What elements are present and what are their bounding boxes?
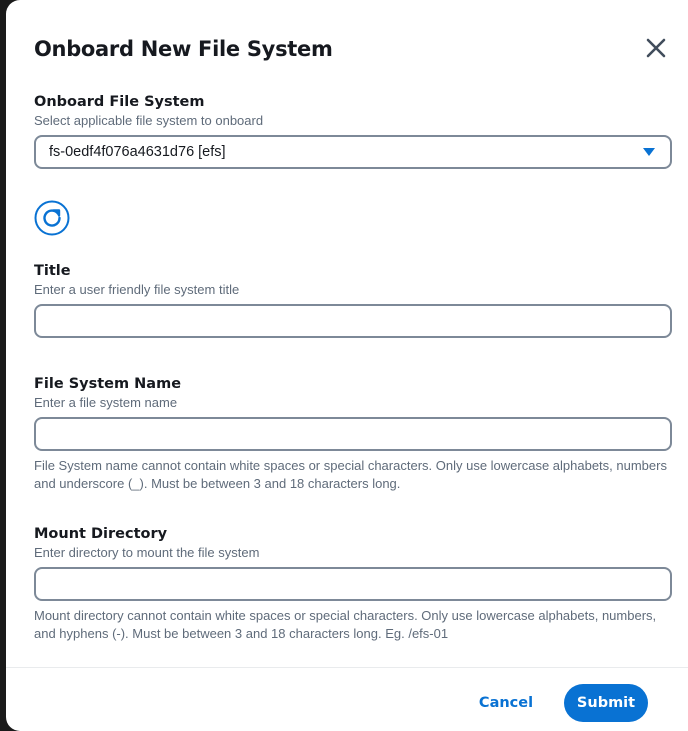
onboard-file-system-description: Select applicable file system to onboard: [34, 113, 264, 128]
onboard-file-system-modal: Onboard New File System Onboard File Sys…: [6, 0, 688, 731]
file-system-select-value: fs-0edf4f076a4631d76 [efs]: [49, 144, 226, 160]
file-system-name-label: File System Name: [34, 376, 182, 392]
modal-title: Onboard New File System: [34, 37, 333, 61]
caret-down-icon: [643, 148, 655, 156]
mount-directory-label: Mount Directory: [34, 526, 168, 542]
footer-divider: [6, 667, 688, 668]
refresh-button[interactable]: [34, 200, 70, 236]
title-label: Title: [34, 263, 71, 279]
title-input[interactable]: [34, 304, 672, 338]
mount-directory-description: Enter directory to mount the file system: [34, 545, 260, 560]
close-button[interactable]: [642, 34, 670, 62]
onboard-file-system-section: Onboard File System Select applicable fi…: [34, 92, 672, 169]
cancel-button[interactable]: Cancel: [468, 686, 544, 720]
file-system-name-description: Enter a file system name: [34, 395, 178, 410]
modal-header: Onboard New File System: [34, 32, 670, 72]
close-icon: [646, 38, 666, 58]
mount-directory-section: Mount Directory Enter directory to mount…: [34, 524, 672, 643]
title-description: Enter a user friendly file system title: [34, 282, 240, 297]
onboard-file-system-label: Onboard File System: [34, 94, 205, 110]
submit-button[interactable]: Submit: [564, 684, 648, 722]
file-system-name-section: File System Name Enter a file system nam…: [34, 374, 672, 493]
file-system-name-input[interactable]: [34, 417, 672, 451]
file-system-select[interactable]: fs-0edf4f076a4631d76 [efs]: [34, 135, 672, 169]
mount-directory-constraint: Mount directory cannot contain white spa…: [34, 608, 657, 641]
mount-directory-input[interactable]: [34, 567, 672, 601]
title-section: Title Enter a user friendly file system …: [34, 261, 672, 338]
file-system-name-constraint: File System name cannot contain white sp…: [34, 458, 667, 491]
refresh-icon: [34, 200, 70, 236]
